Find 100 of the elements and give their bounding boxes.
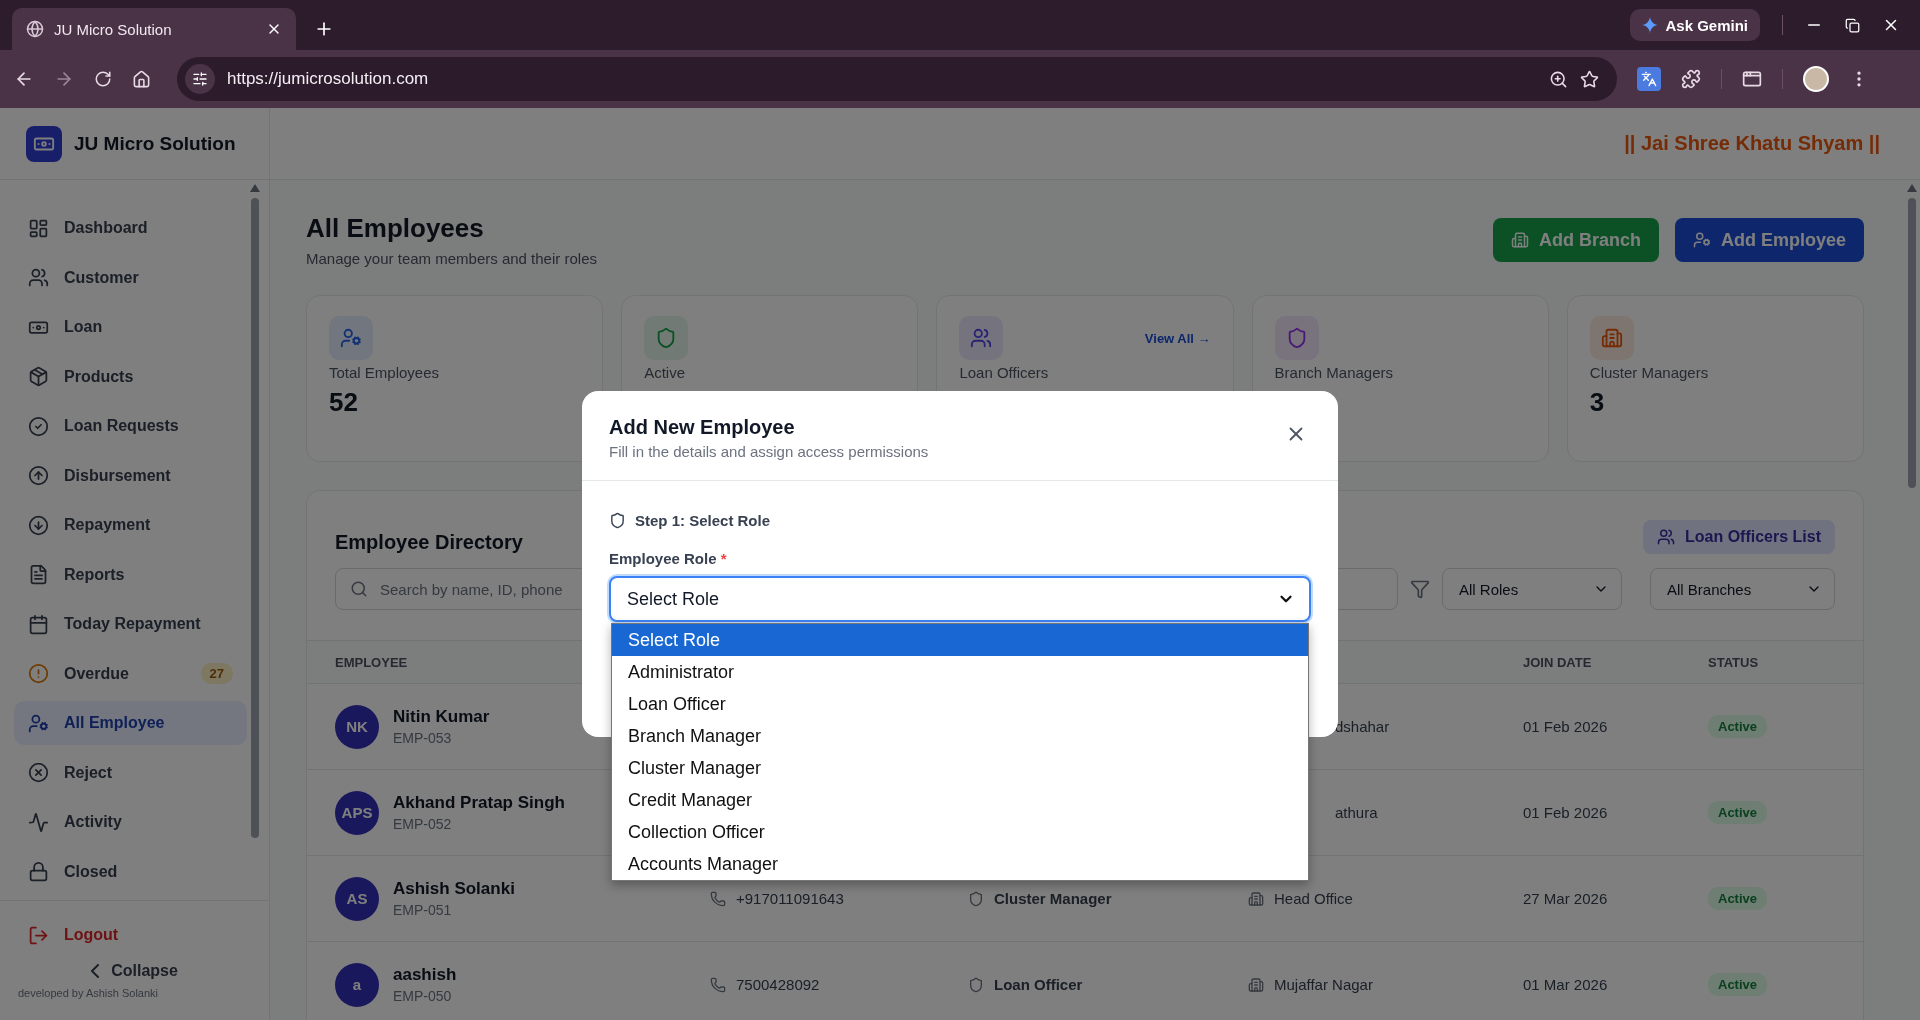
logout-link[interactable]: Logout: [14, 913, 255, 957]
join-date: 01 Feb 2026: [1523, 804, 1609, 821]
browser-tab[interactable]: JU Micro Solution: [12, 8, 296, 50]
dropdown-option[interactable]: Collection Officer: [612, 816, 1308, 848]
profile-avatar[interactable]: [1803, 66, 1829, 92]
nav-item[interactable]: Disbursement: [14, 453, 247, 498]
stat-label: Loan Officers: [959, 364, 1050, 381]
view-all-link[interactable]: View All →: [1144, 330, 1211, 346]
alert-icon: [28, 663, 49, 684]
modal-subtitle: Fill in the details and assign access permissions: [609, 443, 929, 460]
status-badge: Active: [1708, 973, 1768, 996]
collapse-button[interactable]: Collapse: [85, 961, 184, 981]
users-icon: [1656, 527, 1675, 546]
user-gear-icon: [340, 327, 362, 349]
loan-officers-button[interactable]: Loan Officers List: [1642, 519, 1835, 554]
avatar: a: [335, 962, 379, 1007]
nav-item[interactable]: Loan: [14, 305, 247, 349]
role-text: Loan Officer: [994, 976, 1083, 993]
arrow-down-circle-icon: [28, 514, 49, 536]
branch-filter[interactable]: All Branches: [1650, 568, 1835, 610]
phone-text: 7500428092: [736, 976, 820, 993]
employee-id: EMP-050: [393, 988, 453, 1004]
box-icon: [28, 366, 49, 387]
building-icon: [1510, 231, 1529, 249]
phone-text: +917011091643: [736, 890, 844, 907]
branch-text: Head Office: [1274, 890, 1353, 907]
join-date: 01 Feb 2026: [1523, 718, 1609, 735]
dropdown-option[interactable]: Credit Manager: [612, 784, 1308, 816]
stat-label: Cluster Managers: [1589, 364, 1710, 381]
column-header: EMPLOYEE: [335, 654, 409, 670]
nav-item[interactable]: Activity: [14, 800, 247, 844]
reload-icon[interactable]: [94, 70, 112, 88]
dashboard-icon: [28, 217, 49, 239]
nav-item[interactable]: Repayment: [14, 503, 247, 547]
filter-icon[interactable]: [1410, 579, 1430, 599]
chevron-left-icon: [91, 964, 100, 978]
role-filter[interactable]: All Roles: [1442, 568, 1622, 610]
nav-item[interactable]: Customer: [14, 255, 247, 300]
add-employee-button[interactable]: Add Employee: [1674, 218, 1864, 262]
extensions-icon[interactable]: [1681, 69, 1701, 89]
nav-item[interactable]: Products: [14, 354, 247, 399]
avatar: NK: [335, 704, 379, 749]
employee-id: EMP-051: [393, 902, 453, 918]
credit-text: developed by Ashish Solanki: [18, 987, 160, 999]
tune-icon[interactable]: [192, 71, 208, 87]
building-icon: [1248, 890, 1264, 907]
nav-item[interactable]: Reports: [14, 552, 247, 597]
stat-value: 3: [1589, 387, 1606, 418]
gemini-button[interactable]: Ask Gemini: [1630, 9, 1760, 41]
dropdown-option[interactable]: Administrator: [612, 656, 1308, 688]
scroll-up-icon[interactable]: [250, 184, 260, 192]
window-icon[interactable]: [1742, 69, 1762, 89]
pulse-icon: [28, 811, 49, 833]
building-icon: [1248, 976, 1264, 993]
zoom-icon[interactable]: [1549, 69, 1568, 89]
status-badge: Active: [1708, 715, 1768, 738]
modal-title: Add New Employee: [609, 415, 796, 439]
employee-name: aashish: [393, 965, 457, 985]
stat-value: 52: [329, 387, 359, 418]
nav-item[interactable]: Today Repayment: [14, 602, 247, 646]
dropdown-option[interactable]: Loan Officer: [612, 688, 1308, 720]
calendar-icon: [28, 613, 49, 635]
restore-icon[interactable]: [1845, 17, 1860, 33]
dropdown-option[interactable]: Branch Manager: [612, 720, 1308, 752]
sparkle-icon: [1642, 17, 1659, 33]
nav-item[interactable]: Overdue 27: [14, 651, 247, 696]
bookmark-icon[interactable]: [1580, 69, 1599, 89]
lock-icon: [28, 861, 49, 882]
nav-item[interactable]: Dashboard: [14, 206, 247, 250]
building-icon: [1600, 327, 1623, 349]
field-label: Employee Role *: [609, 549, 728, 569]
address-bar[interactable]: https://jumicrosolution.com: [177, 57, 1617, 101]
dropdown-option[interactable]: Accounts Manager: [612, 848, 1308, 880]
stat-label: Branch Managers: [1274, 364, 1394, 381]
dropdown-option[interactable]: Select Role: [612, 624, 1308, 656]
stat-label: Active: [644, 364, 687, 381]
role-select[interactable]: Select Role: [609, 576, 1311, 622]
translate-icon[interactable]: [1637, 67, 1661, 91]
section-title: Employee Directory: [335, 531, 523, 554]
scroll-up-icon[interactable]: [1907, 184, 1917, 192]
check-circle-icon: [28, 415, 49, 437]
home-icon[interactable]: [132, 69, 151, 89]
x-circle-icon: [28, 762, 49, 783]
page-subtitle: Manage your team members and their roles: [306, 250, 597, 267]
employee-id: EMP-052: [393, 816, 453, 832]
branch-text: athura: [1334, 804, 1378, 821]
status-badge: Active: [1708, 801, 1768, 824]
nav-item[interactable]: Closed: [14, 849, 247, 894]
nav-item[interactable]: Reject: [14, 750, 247, 795]
employee-name: Ashish Solanki: [393, 879, 515, 899]
stat-label: Total Employees: [329, 364, 441, 381]
shield-icon: [609, 511, 626, 529]
employee-name: Akhand Pratap Singh: [393, 793, 565, 813]
dropdown-option[interactable]: Cluster Manager: [612, 752, 1308, 784]
nav-item[interactable]: Loan Requests: [14, 404, 247, 448]
add-branch-button[interactable]: Add Branch: [1492, 218, 1659, 262]
globe-icon: [26, 20, 44, 38]
nav-item[interactable]: All Employee: [14, 701, 247, 745]
user-gear-icon: [1692, 231, 1711, 249]
branch-text: dshahar: [1334, 718, 1390, 735]
